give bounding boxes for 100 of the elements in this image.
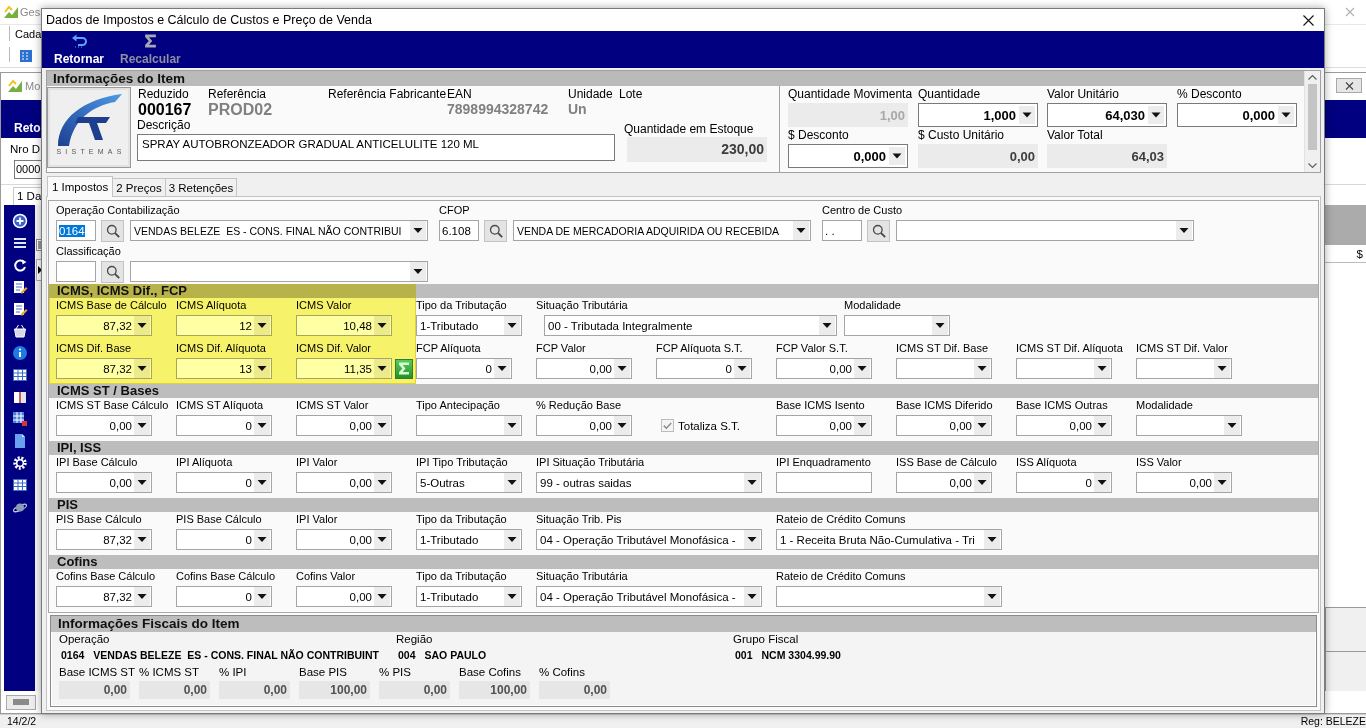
code-field[interactable]: . . [822,220,862,241]
dropdown-caret-icon[interactable] [134,359,150,378]
dropdown-caret-icon[interactable] [494,359,510,378]
number-field[interactable]: 0 [176,415,272,436]
dropdown-caret-icon[interactable] [984,587,1000,606]
dropdown-caret-icon[interactable] [410,221,426,240]
dropdown-caret-icon[interactable] [1094,416,1110,435]
number-field[interactable]: 0,00 [296,586,392,607]
number-field[interactable]: 0,00 [56,415,152,436]
dropdown-caret-icon[interactable] [254,530,270,549]
tab[interactable]: 1 Impostos [47,176,114,197]
dropdown-caret-icon[interactable] [504,473,520,492]
number-field[interactable]: 87,32 [56,315,152,336]
calculate-button[interactable] [395,358,413,379]
dropdown-caret-icon[interactable] [1019,106,1035,124]
dropdown-caret-icon[interactable] [374,416,390,435]
number-field[interactable]: 0,000 [1177,103,1297,127]
number-field[interactable]: 87,32 [56,358,152,379]
dropdown-caret-icon[interactable] [504,316,520,335]
text-field[interactable]: SPRAY AUTOBRONZEADOR GRADUAL ANTICELULITE 120 ML [137,134,615,161]
dropdown-field[interactable] [416,415,522,436]
number-field[interactable]: 0,00 [776,415,872,436]
table-icon[interactable] [11,367,28,383]
info-icon[interactable] [11,345,28,361]
dropdown-field[interactable] [1136,415,1242,436]
basket-icon[interactable] [11,323,28,339]
number-field[interactable] [896,358,992,379]
dropdown-field[interactable] [844,315,950,336]
number-field[interactable]: 0,00 [296,472,392,493]
dropdown-caret-icon[interactable] [614,359,630,378]
edit-document-icon[interactable] [11,279,28,295]
dropdown-field[interactable]: 5-Outras [416,472,522,493]
dropdown-caret-icon[interactable] [410,262,426,281]
dropdown-caret-icon[interactable] [744,473,760,492]
dropdown-caret-icon[interactable] [254,416,270,435]
dropdown-field[interactable]: 1-Tributado [416,315,522,336]
dropdown-field[interactable]: 1-Tributado [416,529,522,550]
dropdown-caret-icon[interactable] [1214,359,1230,378]
tab[interactable]: 1 Da [13,187,42,205]
dropdown-caret-icon[interactable] [504,416,520,435]
search-button[interactable] [867,219,890,242]
dropdown-caret-icon[interactable] [744,587,760,606]
dropdown-caret-icon[interactable] [254,587,270,606]
dropdown-field[interactable]: 04 - Operação Tributável Monofásica - [536,529,762,550]
number-field[interactable]: 0,00 [536,358,632,379]
toolbar-button[interactable]: Retornar [51,31,107,68]
scrollbar-thumb[interactable] [1308,84,1317,150]
dropdown-caret-icon[interactable] [1094,473,1110,492]
tab[interactable]: 3 Retenções [164,178,238,196]
search-button[interactable] [101,219,124,242]
dropdown-field[interactable]: VENDAS BELEZE ES - CONS. FINAL NÃO CONTRIBUI [130,220,428,241]
number-field[interactable]: 11,35 [296,358,392,379]
search-button[interactable] [484,219,507,242]
number-field[interactable]: 0,00 [296,415,392,436]
dropdown-caret-icon[interactable] [374,587,390,606]
dropdown-caret-icon[interactable] [374,473,390,492]
number-field[interactable]: 12 [176,315,272,336]
dropdown-caret-icon[interactable] [854,359,870,378]
dropdown-caret-icon[interactable] [134,587,150,606]
dropdown-caret-icon[interactable] [504,530,520,549]
refresh-icon[interactable] [11,257,28,273]
dropdown-caret-icon[interactable] [1148,106,1164,124]
number-field[interactable]: 0 [176,586,272,607]
number-field[interactable]: 64,030 [1047,103,1167,127]
dropdown-caret-icon[interactable] [134,473,150,492]
number-field[interactable]: 0,00 [1136,472,1232,493]
dropdown-caret-icon[interactable] [1278,106,1294,124]
dropdown-caret-icon[interactable] [254,359,270,378]
dropdown-caret-icon[interactable] [134,416,150,435]
dropdown-field[interactable]: VENDA DE MERCADORIA ADQUIRIDA OU RECEBIDA [513,220,811,241]
table-icon[interactable] [11,477,28,493]
dropdown-caret-icon[interactable] [1214,473,1230,492]
scroll-down-icon[interactable] [1308,163,1317,169]
dropdown-caret-icon[interactable] [374,530,390,549]
dropdown-field[interactable] [130,261,428,282]
dropdown-field[interactable] [776,586,1002,607]
book-icon[interactable] [11,389,28,405]
dropdown-caret-icon[interactable] [734,359,750,378]
number-field[interactable]: 10,48 [296,315,392,336]
number-field[interactable]: 0,00 [896,415,992,436]
plus-circle-icon[interactable] [11,213,28,229]
dropdown-caret-icon[interactable] [744,530,760,549]
number-field[interactable]: 0,00 [896,472,992,493]
dropdown-caret-icon[interactable] [1176,221,1192,240]
search-button[interactable] [101,260,124,283]
number-field[interactable]: 0 [656,358,752,379]
gear-icon[interactable] [11,455,28,471]
number-field[interactable]: 0 [416,358,512,379]
number-field[interactable]: 0,00 [296,529,392,550]
menu-item[interactable]: Cada [14,27,43,40]
panel-button[interactable] [6,694,36,710]
number-field[interactable]: 13 [176,358,272,379]
building-icon[interactable] [19,47,33,62]
dropdown-caret-icon[interactable] [974,416,990,435]
tab[interactable]: 2 Preços [112,178,166,196]
text-field[interactable] [776,472,872,493]
number-field[interactable]: 87,32 [56,586,152,607]
number-field[interactable]: 0,00 [1016,415,1112,436]
dropdown-caret-icon[interactable] [819,316,835,335]
code-field[interactable] [56,261,96,282]
